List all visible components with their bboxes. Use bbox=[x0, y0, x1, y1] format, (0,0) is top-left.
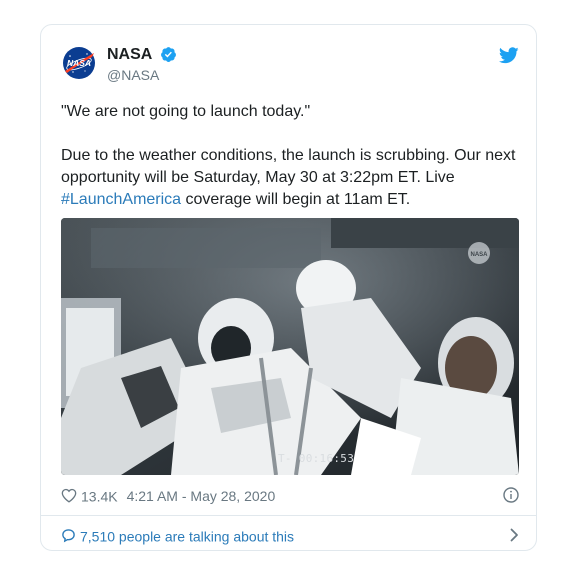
author-display-name[interactable]: NASA bbox=[107, 45, 152, 65]
tweet-meta: 13.4K 4:21 AM - May 28, 2020 bbox=[61, 485, 519, 505]
video-timecode: T- 00:16:53 bbox=[278, 452, 355, 465]
heart-icon[interactable] bbox=[61, 488, 77, 503]
avatar[interactable]: NASA bbox=[61, 45, 97, 81]
info-icon[interactable] bbox=[503, 487, 519, 503]
svg-text:NASA: NASA bbox=[470, 252, 488, 258]
tweet-body: Due to the weather conditions, the launc… bbox=[61, 145, 523, 211]
chevron-right-icon[interactable] bbox=[510, 528, 519, 542]
tweet-body-text: Due to the weather conditions, the launc… bbox=[61, 147, 516, 186]
tweet-card: NASA NASA @NASA "We are not going to lau… bbox=[40, 24, 537, 551]
author-names: NASA @NASA bbox=[107, 45, 177, 84]
author-handle[interactable]: @NASA bbox=[107, 66, 177, 84]
tweet-quote: "We are not going to launch today." bbox=[61, 103, 311, 120]
tweet-timestamp[interactable]: 4:21 AM - May 28, 2020 bbox=[127, 488, 276, 504]
svg-text:NASA: NASA bbox=[67, 58, 91, 68]
like-count[interactable]: 13.4K bbox=[81, 488, 118, 504]
hashtag-link[interactable]: #LaunchAmerica bbox=[61, 191, 181, 208]
comment-bubble-icon bbox=[62, 528, 75, 543]
divider bbox=[41, 515, 536, 516]
tweet-header: NASA NASA @NASA bbox=[61, 45, 519, 85]
talking-about-link[interactable]: 7,510 people are talking about this bbox=[80, 528, 294, 544]
twitter-bird-icon[interactable] bbox=[499, 47, 519, 64]
tweet-footer[interactable]: 7,510 people are talking about this bbox=[61, 525, 519, 545]
tweet-video[interactable]: NASA T- 00:16:53 bbox=[61, 218, 519, 475]
verified-badge-icon bbox=[160, 46, 176, 62]
tweet-body-text-end: coverage will begin at 11am ET. bbox=[181, 191, 411, 208]
nasa-logo-icon: NASA bbox=[63, 47, 95, 79]
tweet-text: "We are not going to launch today." Due … bbox=[61, 101, 523, 211]
nasa-watermark-icon: NASA bbox=[468, 242, 490, 264]
video-frame-image: NASA bbox=[61, 218, 519, 475]
